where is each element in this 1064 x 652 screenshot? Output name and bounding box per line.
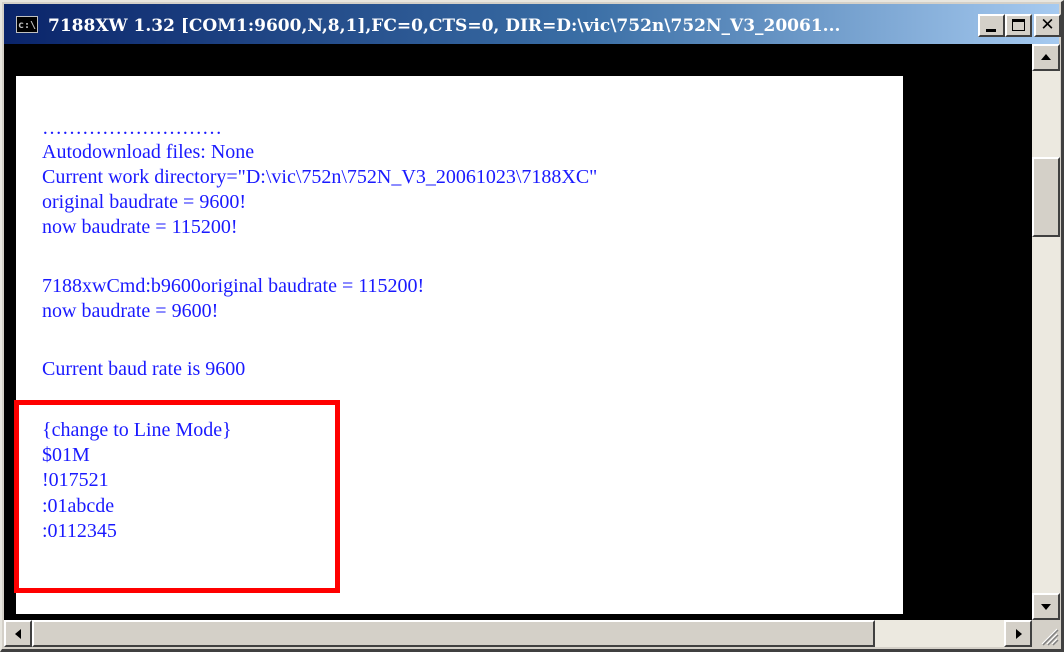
vertical-scroll-thumb[interactable]: [1032, 157, 1060, 237]
window-title: 7188XW 1.32 [COM1:9600,N,8,1],FC=0,CTS=0…: [48, 16, 841, 36]
arrow-right-icon: [1016, 629, 1022, 639]
horizontal-scrollbar[interactable]: [4, 620, 1032, 647]
scroll-right-button[interactable]: [1004, 620, 1032, 647]
console-line: Current work directory="D:\vic\752n\752N…: [42, 166, 598, 188]
scroll-left-button[interactable]: [4, 620, 32, 647]
close-icon: ✕: [1040, 15, 1055, 35]
minimize-button[interactable]: [978, 14, 1005, 37]
minimize-icon: [986, 29, 996, 32]
scroll-down-button[interactable]: [1032, 593, 1060, 620]
console-line: now baudrate = 9600!: [42, 300, 219, 322]
close-button[interactable]: ✕: [1034, 14, 1061, 37]
arrow-up-icon: [1041, 54, 1051, 60]
console-line: now baudrate = 115200!: [42, 216, 238, 238]
console-line: Current baud rate is 9600: [42, 358, 246, 380]
vertical-scrollbar[interactable]: [1032, 44, 1060, 620]
console-line: Autodownload files: None: [42, 141, 255, 163]
arrow-down-icon: [1041, 604, 1051, 610]
line-mode-highlight-box: [14, 400, 340, 593]
console-app-icon[interactable]: c:\: [16, 16, 38, 33]
console-line: 7188xwCmd:b9600original baudrate = 11520…: [42, 275, 425, 297]
title-bar[interactable]: c:\ 7188XW 1.32 [COM1:9600,N,8,1],FC=0,C…: [4, 4, 1061, 46]
console-line: ………………………: [42, 117, 222, 139]
scroll-up-button[interactable]: [1032, 44, 1060, 71]
console-line: original baudrate = 9600!: [42, 191, 246, 213]
maximize-button[interactable]: [1005, 14, 1032, 37]
resize-grip[interactable]: [1032, 620, 1060, 647]
resize-grip-icon: [1041, 628, 1059, 646]
arrow-left-icon: [15, 629, 21, 639]
maximize-icon: [1012, 19, 1025, 31]
horizontal-scroll-thumb[interactable]: [32, 620, 875, 647]
